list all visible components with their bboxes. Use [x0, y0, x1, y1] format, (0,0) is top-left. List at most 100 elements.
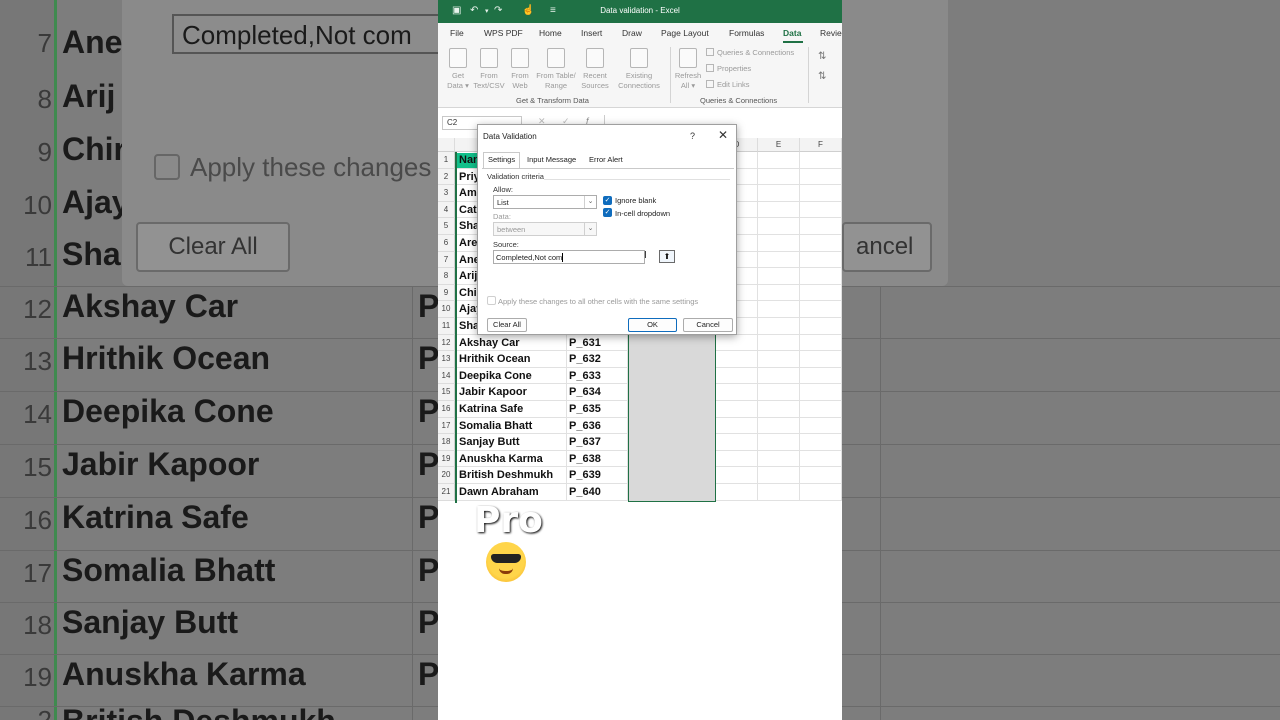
row-header[interactable]: 8 — [438, 268, 455, 285]
tab-draw[interactable]: Draw — [622, 28, 642, 38]
name-cell[interactable]: Jabir Kapoor — [457, 384, 567, 401]
in-cell-dropdown-checkbox[interactable]: ✓ — [603, 208, 612, 217]
row-header[interactable]: 2 — [438, 168, 455, 186]
id-cell[interactable]: P_635 — [567, 401, 628, 418]
sort-az-icon[interactable]: ⇅ — [818, 51, 826, 62]
row-header[interactable]: 16 — [438, 401, 455, 418]
name-cell[interactable]: Hrithik Ocean — [457, 351, 567, 368]
allow-select[interactable]: List ⌄ — [493, 195, 597, 209]
name-cell[interactable]: British Deshmukh — [457, 467, 567, 484]
empty-cell[interactable] — [716, 434, 758, 451]
empty-cell[interactable] — [800, 351, 842, 368]
empty-cell[interactable] — [800, 484, 842, 501]
name-cell[interactable]: Somalia Bhatt — [457, 417, 567, 435]
name-cell[interactable]: Katrina Safe — [457, 401, 567, 418]
id-cell[interactable]: P_631 — [567, 334, 628, 352]
empty-cell[interactable] — [800, 434, 842, 451]
tab-error-alert[interactable]: Error Alert — [589, 155, 623, 164]
empty-cell[interactable] — [800, 401, 842, 418]
name-cell[interactable]: Sanjay Butt — [457, 434, 567, 451]
tab-settings[interactable]: Settings — [483, 152, 521, 169]
row-header[interactable]: 12 — [438, 334, 455, 352]
empty-cell[interactable] — [716, 334, 758, 352]
empty-cell[interactable] — [758, 235, 800, 252]
id-cell[interactable]: P_640 — [567, 484, 628, 501]
existing-connections-button[interactable]: Existing Connections — [615, 48, 663, 91]
empty-cell[interactable] — [800, 334, 842, 352]
id-cell[interactable]: P_636 — [567, 417, 628, 435]
empty-cell[interactable] — [800, 218, 842, 235]
empty-cell[interactable] — [716, 484, 758, 501]
from-web-button[interactable]: From Web — [508, 48, 532, 91]
ok-button[interactable]: OK — [628, 318, 677, 332]
close-icon[interactable]: ✕ — [718, 128, 728, 142]
from-text-csv-button[interactable]: From Text/CSV — [472, 48, 506, 91]
id-cell[interactable]: P_638 — [567, 450, 628, 468]
empty-cell[interactable] — [758, 401, 800, 418]
queries-connections-button[interactable]: Queries & Connections — [706, 48, 794, 57]
row-header[interactable]: 17 — [438, 417, 455, 435]
sort-za-icon[interactable]: ⇅ — [818, 71, 826, 82]
empty-cell[interactable] — [758, 284, 800, 302]
empty-cell[interactable] — [800, 384, 842, 401]
tab-file[interactable]: File — [450, 28, 464, 38]
tab-page-layout[interactable]: Page Layout — [661, 28, 709, 38]
id-cell[interactable]: P_637 — [567, 434, 628, 451]
empty-cell[interactable] — [758, 201, 800, 219]
cancel-button[interactable]: Cancel — [683, 318, 733, 332]
empty-cell[interactable] — [716, 384, 758, 401]
row-header[interactable]: 18 — [438, 434, 455, 451]
empty-cell[interactable] — [716, 467, 758, 484]
row-header[interactable]: 20 — [438, 467, 455, 484]
clear-all-button[interactable]: Clear All — [487, 318, 527, 332]
empty-cell[interactable] — [758, 318, 800, 335]
empty-cell[interactable] — [758, 484, 800, 501]
empty-cell[interactable] — [800, 251, 842, 269]
from-table-range-button[interactable]: From Table/ Range — [534, 48, 578, 91]
empty-cell[interactable] — [800, 268, 842, 285]
empty-cell[interactable] — [758, 268, 800, 285]
tab-data[interactable]: Data — [783, 28, 801, 38]
tab-input-message[interactable]: Input Message — [527, 155, 576, 164]
empty-cell[interactable] — [800, 417, 842, 435]
source-input[interactable]: Completed,Not com — [493, 250, 645, 264]
empty-cell[interactable] — [758, 384, 800, 401]
id-cell[interactable]: P_633 — [567, 367, 628, 385]
row-header[interactable]: 7 — [438, 251, 455, 269]
row-header[interactable]: 21 — [438, 484, 455, 501]
empty-cell[interactable] — [800, 168, 842, 186]
empty-cell[interactable] — [716, 401, 758, 418]
row-header[interactable]: 11 — [438, 318, 455, 335]
empty-cell[interactable] — [800, 284, 842, 302]
row-header[interactable]: 19 — [438, 450, 455, 468]
tab-insert[interactable]: Insert — [581, 28, 602, 38]
empty-cell[interactable] — [758, 351, 800, 368]
row-header[interactable]: 10 — [438, 301, 455, 318]
tab-review[interactable]: Revie — [820, 28, 842, 38]
empty-cell[interactable] — [716, 367, 758, 385]
row-header[interactable]: 1 — [438, 152, 455, 169]
empty-cell[interactable] — [716, 417, 758, 435]
empty-cell[interactable] — [758, 168, 800, 186]
empty-cell[interactable] — [758, 334, 800, 352]
name-cell[interactable]: Deepika Cone — [457, 367, 567, 385]
empty-cell[interactable] — [758, 417, 800, 435]
empty-cell[interactable] — [800, 301, 842, 318]
name-cell[interactable]: Anuskha Karma — [457, 450, 567, 468]
get-data-button[interactable]: Get Data ▾ — [444, 48, 472, 91]
column-header-e[interactable]: E — [758, 138, 800, 152]
row-header[interactable]: 3 — [438, 185, 455, 202]
id-cell[interactable]: P_634 — [567, 384, 628, 401]
empty-cell[interactable] — [800, 467, 842, 484]
id-cell[interactable]: P_639 — [567, 467, 628, 484]
empty-cell[interactable] — [758, 434, 800, 451]
empty-cell[interactable] — [800, 367, 842, 385]
ignore-blank-checkbox[interactable]: ✓ — [603, 196, 612, 205]
empty-cell[interactable] — [758, 185, 800, 202]
empty-cell[interactable] — [758, 467, 800, 484]
empty-cell[interactable] — [758, 251, 800, 269]
refresh-all-button[interactable]: Refresh All ▾ — [674, 48, 702, 91]
row-header[interactable]: 14 — [438, 367, 455, 385]
apply-all-checkbox[interactable] — [487, 296, 496, 305]
row-header[interactable]: 6 — [438, 235, 455, 252]
